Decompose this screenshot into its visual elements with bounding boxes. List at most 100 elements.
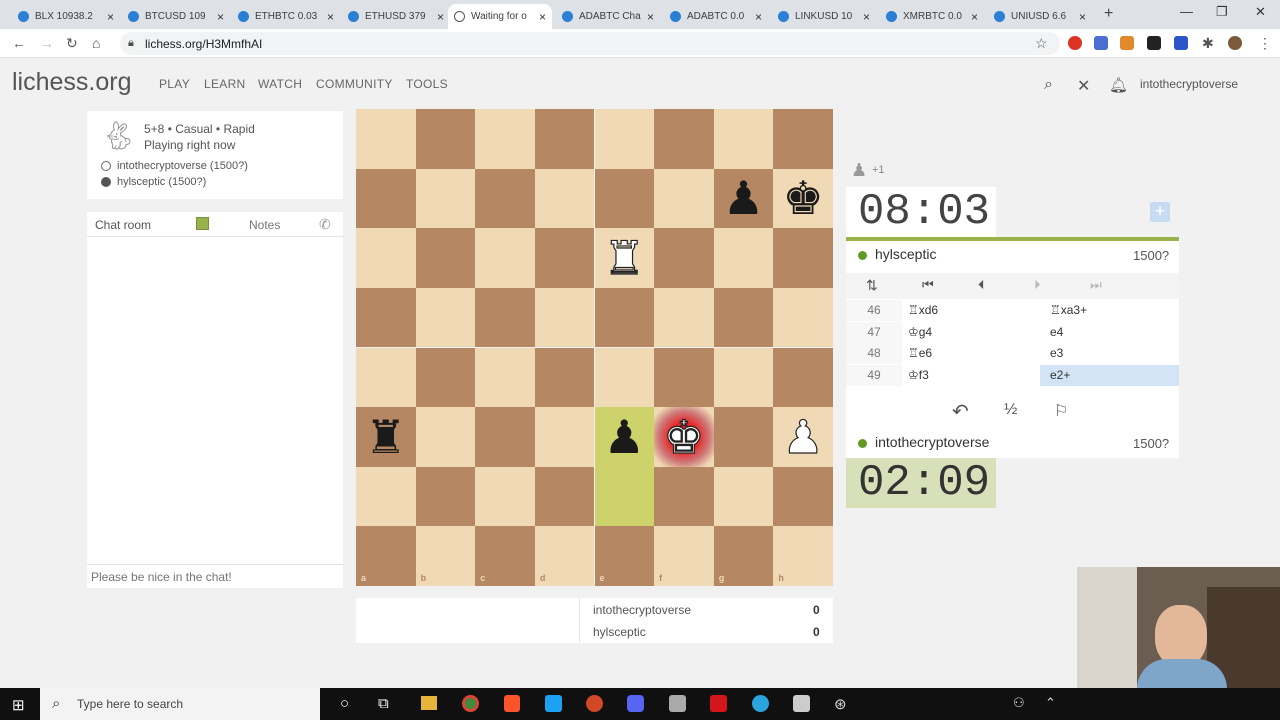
acrobat-icon[interactable] (710, 695, 727, 712)
black-move[interactable]: ♖xa3+ (1040, 300, 1179, 321)
browser-menu-icon[interactable]: ⋮ (1258, 35, 1272, 52)
chat-toggle-checkbox[interactable] (196, 217, 209, 230)
browser-tab-active[interactable]: Waiting for o × (448, 4, 552, 29)
chrome-icon[interactable] (462, 695, 479, 712)
browser-tab[interactable]: ETHBTC 0.03 × (232, 4, 340, 29)
telegram-icon[interactable] (752, 695, 769, 712)
nav-tools[interactable]: TOOLS (406, 77, 448, 91)
black-move[interactable]: e4 (1040, 322, 1179, 343)
add-time-icon[interactable]: + (1150, 202, 1170, 222)
extension-icon[interactable] (1068, 36, 1082, 50)
extension-icon[interactable] (1147, 36, 1161, 50)
white-move[interactable]: ♖e6 (908, 343, 932, 364)
last-move-icon[interactable]: ⏭ (1090, 277, 1102, 293)
board-square[interactable] (534, 407, 595, 467)
board-square[interactable] (713, 109, 774, 169)
prev-move-icon[interactable]: ⏴ (978, 277, 985, 293)
close-icon[interactable]: ✕ (1077, 76, 1090, 96)
browser-tab[interactable]: ADABTC Cha × (556, 4, 660, 29)
takeback-icon[interactable]: ↶ (952, 399, 969, 424)
board-square[interactable] (654, 347, 714, 408)
board-square[interactable] (475, 287, 535, 348)
browser-tab[interactable]: ETHUSD 379 × (342, 4, 450, 29)
close-tab-icon[interactable]: × (863, 10, 870, 24)
task-view-icon[interactable]: ⧉ (378, 695, 389, 712)
board-square[interactable] (654, 466, 714, 527)
forward-icon[interactable]: → (40, 35, 54, 51)
browser-tab[interactable]: BTCUSD 109 × (122, 4, 230, 29)
board-square[interactable] (356, 168, 416, 229)
search-icon[interactable]: ⌕ (1044, 76, 1053, 94)
twitter-icon[interactable] (545, 695, 562, 712)
board-square[interactable] (713, 407, 774, 467)
board-square[interactable] (594, 347, 655, 408)
close-tab-icon[interactable]: × (107, 10, 114, 24)
board-square[interactable] (594, 466, 655, 527)
board-square[interactable] (594, 109, 655, 169)
close-tab-icon[interactable]: × (217, 10, 224, 24)
board-square[interactable] (594, 168, 655, 229)
white-move[interactable]: ♖xd6 (908, 300, 938, 321)
board-square[interactable] (415, 466, 476, 527)
white-player-link[interactable]: intothecryptoverse (1500?) (117, 160, 248, 172)
browser-tab[interactable]: XMRBTC 0.0 × (880, 4, 984, 29)
browser-tab[interactable]: LINKUSD 10 × (772, 4, 876, 29)
black-piece[interactable]: ♜ (356, 407, 416, 467)
nav-community[interactable]: COMMUNITY (316, 77, 393, 91)
black-piece[interactable]: ♟ (714, 169, 774, 229)
next-move-icon[interactable]: ⏵ (1034, 277, 1041, 293)
app-icon[interactable]: ⊛ (834, 695, 847, 713)
maximize-icon[interactable]: ❐ (1216, 4, 1228, 20)
brave-icon[interactable] (504, 695, 520, 712)
white-piece[interactable]: ♚ (654, 407, 714, 467)
board-square[interactable] (534, 228, 595, 288)
board-square[interactable] (475, 168, 535, 229)
board-square[interactable] (475, 228, 535, 288)
close-tab-icon[interactable]: × (437, 10, 444, 24)
extension-icon[interactable] (1094, 36, 1108, 50)
first-move-icon[interactable]: ⏮ (922, 277, 934, 293)
reload-icon[interactable]: ↻ (66, 35, 78, 52)
tray-chevron-up-icon[interactable]: ⌃ (1045, 695, 1056, 711)
board-square[interactable] (415, 168, 476, 229)
browser-tab[interactable]: BLX 10938.2 × (12, 4, 120, 29)
board-square[interactable] (654, 228, 714, 288)
browser-tab[interactable]: ADABTC 0.0 × (664, 4, 768, 29)
browser-tab[interactable]: UNIUSD 6.6 × (988, 4, 1092, 29)
board-square[interactable] (654, 526, 714, 586)
powerpoint-icon[interactable] (586, 695, 603, 712)
board-square[interactable] (415, 347, 476, 408)
taskbar-search-box[interactable]: ⌕ Type here to search (40, 688, 320, 720)
board-square[interactable] (356, 109, 416, 169)
opponent-name[interactable]: hylsceptic (875, 246, 936, 262)
close-tab-icon[interactable]: × (755, 10, 762, 24)
white-piece[interactable]: ♜ (595, 228, 655, 288)
bookmark-star-icon[interactable]: ☆ (1035, 35, 1048, 52)
board-square[interactable] (475, 466, 535, 527)
board-square[interactable] (654, 168, 714, 229)
nav-learn[interactable]: LEARN (204, 77, 246, 91)
nav-play[interactable]: PLAY (159, 77, 190, 91)
minimize-icon[interactable]: — (1180, 4, 1193, 19)
white-move[interactable]: ♔g4 (908, 322, 932, 343)
board-square[interactable] (713, 228, 774, 288)
home-icon[interactable]: ⌂ (92, 35, 100, 51)
board-square[interactable] (356, 287, 416, 348)
black-player-link[interactable]: hylsceptic (1500?) (117, 176, 206, 188)
nav-watch[interactable]: WATCH (258, 77, 302, 91)
white-move[interactable]: ♔f3 (908, 365, 929, 386)
chat-input[interactable] (87, 564, 343, 588)
board-square[interactable] (534, 109, 595, 169)
board-square[interactable] (654, 109, 714, 169)
app-icon[interactable] (793, 695, 810, 712)
profile-avatar[interactable] (1228, 36, 1242, 50)
board-square[interactable] (475, 347, 535, 408)
board-square[interactable] (356, 466, 416, 527)
board-square[interactable] (415, 407, 476, 467)
close-tab-icon[interactable]: × (647, 10, 654, 24)
close-tab-icon[interactable]: × (539, 10, 546, 24)
close-tab-icon[interactable]: × (971, 10, 978, 24)
offer-draw-button[interactable]: ½ (1004, 401, 1017, 419)
board-square[interactable] (415, 287, 476, 348)
header-username[interactable]: intothecryptoverse (1140, 77, 1238, 91)
